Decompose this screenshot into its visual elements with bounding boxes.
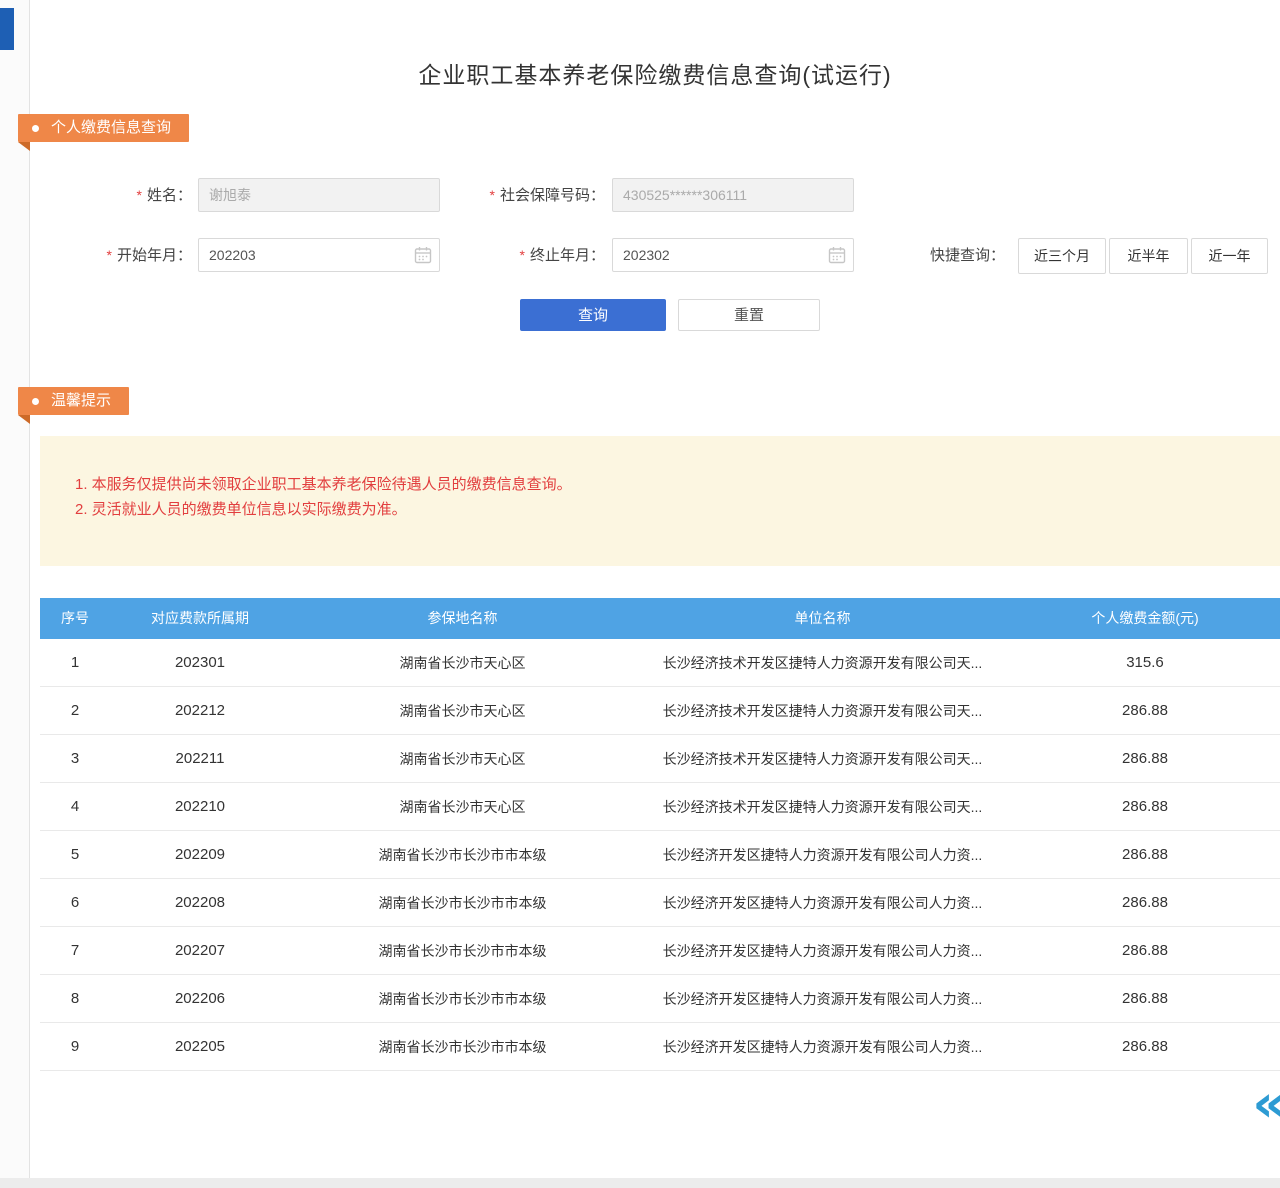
table-row: 9 202205 湖南省长沙市长沙市市本级 长沙经济开发区捷特人力资源开发有限公… bbox=[40, 1023, 1280, 1071]
cell-place: 湖南省长沙市长沙市市本级 bbox=[290, 927, 635, 974]
cell-place: 湖南省长沙市长沙市市本级 bbox=[290, 1023, 635, 1070]
table-row: 5 202209 湖南省长沙市长沙市市本级 长沙经济开发区捷特人力资源开发有限公… bbox=[40, 831, 1280, 879]
name-label: *姓名： bbox=[60, 178, 192, 212]
bullet-dot-icon bbox=[32, 398, 39, 405]
cell-period: 202211 bbox=[110, 735, 290, 782]
cell-company: 长沙经济技术开发区捷特人力资源开发有限公司天... bbox=[635, 783, 1010, 830]
cell-seq: 6 bbox=[40, 879, 110, 926]
cell-company: 长沙经济开发区捷特人力资源开发有限公司人力资... bbox=[635, 1023, 1010, 1070]
collapse-chevron-icon[interactable]: « bbox=[1252, 1080, 1280, 1128]
cell-period: 202205 bbox=[110, 1023, 290, 1070]
section-tips: 温馨提示 bbox=[18, 387, 129, 415]
table-row: 2 202212 湖南省长沙市天心区 长沙经济技术开发区捷特人力资源开发有限公司… bbox=[40, 687, 1280, 735]
quick-3months-button[interactable]: 近三个月 bbox=[1018, 238, 1106, 274]
cell-period: 202301 bbox=[110, 639, 290, 686]
cell-seq: 7 bbox=[40, 927, 110, 974]
table-row: 1 202301 湖南省长沙市天心区 长沙经济技术开发区捷特人力资源开发有限公司… bbox=[40, 639, 1280, 687]
cell-company: 长沙经济开发区捷特人力资源开发有限公司人力资... bbox=[635, 831, 1010, 878]
ribbon-fold-decor bbox=[18, 142, 30, 151]
table-row: 3 202211 湖南省长沙市天心区 长沙经济技术开发区捷特人力资源开发有限公司… bbox=[40, 735, 1280, 783]
bottom-bar bbox=[0, 1178, 1280, 1188]
cell-place: 湖南省长沙市天心区 bbox=[290, 639, 635, 686]
col-header-place: 参保地名称 bbox=[290, 598, 635, 639]
section-tips-label: 温馨提示 bbox=[51, 387, 111, 415]
cell-amount: 286.88 bbox=[1010, 879, 1280, 926]
calendar-icon[interactable] bbox=[828, 246, 846, 264]
cell-seq: 3 bbox=[40, 735, 110, 782]
end-month-label: *终止年月： bbox=[475, 238, 605, 272]
tips-notice-box: 1. 本服务仅提供尚未领取企业职工基本养老保险待遇人员的缴费信息查询。 2. 灵… bbox=[40, 436, 1280, 566]
page-title: 企业职工基本养老保险缴费信息查询(试运行) bbox=[30, 56, 1280, 90]
calendar-icon[interactable] bbox=[414, 246, 432, 264]
tips-line: 2. 灵活就业人员的缴费单位信息以实际缴费为准。 bbox=[75, 497, 1250, 522]
cell-amount: 286.88 bbox=[1010, 831, 1280, 878]
col-header-period: 对应费款所属期 bbox=[110, 598, 290, 639]
left-rail bbox=[0, 0, 30, 1188]
section-personal-query: 个人缴费信息查询 bbox=[18, 114, 189, 142]
cell-place: 湖南省长沙市长沙市市本级 bbox=[290, 975, 635, 1022]
cell-place: 湖南省长沙市天心区 bbox=[290, 783, 635, 830]
cell-company: 长沙经济技术开发区捷特人力资源开发有限公司天... bbox=[635, 639, 1010, 686]
cell-period: 202210 bbox=[110, 783, 290, 830]
cell-amount: 315.6 bbox=[1010, 639, 1280, 686]
col-header-amount: 个人缴费金额(元) bbox=[1010, 598, 1280, 639]
cell-place: 湖南省长沙市长沙市市本级 bbox=[290, 879, 635, 926]
required-asterisk: * bbox=[520, 247, 525, 263]
name-field[interactable] bbox=[198, 178, 440, 212]
cell-period: 202206 bbox=[110, 975, 290, 1022]
payment-table: 序号 对应费款所属期 参保地名称 单位名称 个人缴费金额(元) 1 202301… bbox=[40, 598, 1280, 1071]
cell-company: 长沙经济开发区捷特人力资源开发有限公司人力资... bbox=[635, 975, 1010, 1022]
cell-period: 202207 bbox=[110, 927, 290, 974]
cell-company: 长沙经济开发区捷特人力资源开发有限公司人力资... bbox=[635, 927, 1010, 974]
ssn-label: *社会保障号码： bbox=[440, 178, 605, 212]
table-row: 4 202210 湖南省长沙市天心区 长沙经济技术开发区捷特人力资源开发有限公司… bbox=[40, 783, 1280, 831]
cell-company: 长沙经济技术开发区捷特人力资源开发有限公司天... bbox=[635, 687, 1010, 734]
cell-amount: 286.88 bbox=[1010, 975, 1280, 1022]
quick-halfyear-button[interactable]: 近半年 bbox=[1109, 238, 1188, 274]
required-asterisk: * bbox=[490, 187, 495, 203]
cell-amount: 286.88 bbox=[1010, 687, 1280, 734]
col-header-seq: 序号 bbox=[40, 598, 110, 639]
quick-query-label: 快捷查询： bbox=[930, 238, 1005, 274]
required-asterisk: * bbox=[137, 187, 142, 203]
cell-period: 202212 bbox=[110, 687, 290, 734]
cell-seq: 1 bbox=[40, 639, 110, 686]
cell-period: 202208 bbox=[110, 879, 290, 926]
tips-line: 1. 本服务仅提供尚未领取企业职工基本养老保险待遇人员的缴费信息查询。 bbox=[75, 472, 1250, 497]
cell-company: 长沙经济技术开发区捷特人力资源开发有限公司天... bbox=[635, 735, 1010, 782]
section-personal-query-label: 个人缴费信息查询 bbox=[51, 114, 171, 142]
cell-company: 长沙经济开发区捷特人力资源开发有限公司人力资... bbox=[635, 879, 1010, 926]
required-asterisk: * bbox=[107, 247, 112, 263]
bullet-dot-icon bbox=[32, 125, 39, 132]
cell-place: 湖南省长沙市长沙市市本级 bbox=[290, 831, 635, 878]
table-row: 7 202207 湖南省长沙市长沙市市本级 长沙经济开发区捷特人力资源开发有限公… bbox=[40, 927, 1280, 975]
cell-period: 202209 bbox=[110, 831, 290, 878]
cell-amount: 286.88 bbox=[1010, 735, 1280, 782]
table-row: 6 202208 湖南省长沙市长沙市市本级 长沙经济开发区捷特人力资源开发有限公… bbox=[40, 879, 1280, 927]
cell-seq: 2 bbox=[40, 687, 110, 734]
cell-seq: 9 bbox=[40, 1023, 110, 1070]
cell-amount: 286.88 bbox=[1010, 1023, 1280, 1070]
cell-seq: 8 bbox=[40, 975, 110, 1022]
reset-button[interactable]: 重置 bbox=[678, 299, 820, 331]
side-nav-tab bbox=[0, 8, 14, 50]
col-header-company: 单位名称 bbox=[635, 598, 1010, 639]
page: 企业职工基本养老保险缴费信息查询(试运行) 个人缴费信息查询 *姓名： *社会保… bbox=[0, 0, 1280, 1188]
start-month-label: *开始年月： bbox=[60, 238, 192, 272]
start-month-field[interactable] bbox=[198, 238, 440, 272]
quick-oneyear-button[interactable]: 近一年 bbox=[1191, 238, 1268, 274]
table-row: 8 202206 湖南省长沙市长沙市市本级 长沙经济开发区捷特人力资源开发有限公… bbox=[40, 975, 1280, 1023]
table-header-row: 序号 对应费款所属期 参保地名称 单位名称 个人缴费金额(元) bbox=[40, 598, 1280, 639]
cell-seq: 4 bbox=[40, 783, 110, 830]
cell-amount: 286.88 bbox=[1010, 783, 1280, 830]
end-month-field[interactable] bbox=[612, 238, 854, 272]
cell-place: 湖南省长沙市天心区 bbox=[290, 687, 635, 734]
query-button[interactable]: 查询 bbox=[520, 299, 666, 331]
cell-seq: 5 bbox=[40, 831, 110, 878]
cell-place: 湖南省长沙市天心区 bbox=[290, 735, 635, 782]
ssn-field[interactable] bbox=[612, 178, 854, 212]
ribbon-fold-decor bbox=[18, 415, 30, 424]
cell-amount: 286.88 bbox=[1010, 927, 1280, 974]
